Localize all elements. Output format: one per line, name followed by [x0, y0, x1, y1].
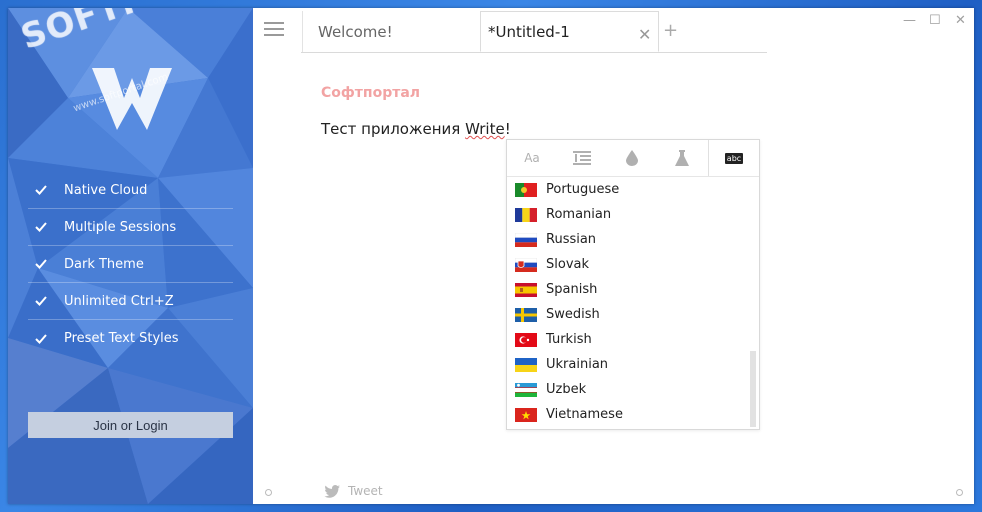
romania-flag-icon [515, 207, 537, 222]
language-item[interactable]: Spanish [507, 277, 747, 302]
language-item[interactable]: Ukrainian [507, 352, 747, 377]
spain-flag-icon [515, 282, 537, 297]
language-name: Ukrainian [546, 357, 609, 372]
language-name: Slovak [546, 257, 590, 272]
feature-label: Dark Theme [64, 256, 144, 272]
panel-tabbar: Aa abc [507, 140, 759, 177]
language-name: Uzbek [546, 382, 587, 397]
tab-close-icon[interactable]: ✕ [638, 25, 651, 44]
check-icon [35, 333, 47, 344]
language-list: Portuguese Romanian Russian Slovak Spani… [507, 177, 747, 427]
add-tab-icon[interactable]: + [663, 20, 678, 41]
language-item[interactable]: Russian [507, 227, 747, 252]
sweden-flag-icon [515, 307, 537, 322]
minimize-button[interactable]: — [903, 13, 916, 28]
font-size-tab[interactable]: Aa [507, 140, 557, 176]
language-scrollbar-thumb[interactable] [750, 351, 756, 427]
feature-multiple-sessions: Multiple Sessions [28, 209, 233, 246]
misspelled-word[interactable]: Write [465, 120, 505, 138]
language-item[interactable]: Uzbek [507, 377, 747, 402]
status-dot-left [265, 489, 272, 496]
language-name: Vietnamese [546, 407, 623, 422]
format-panel: Aa abc Portuguese Romanian Russian Slova… [506, 139, 760, 430]
spellcheck-icon: abc [724, 152, 744, 164]
check-icon [35, 185, 47, 195]
feature-native-cloud: Native Cloud [28, 172, 233, 209]
language-name: Turkish [546, 332, 592, 347]
language-item[interactable]: Vietnamese [507, 402, 747, 427]
tab-label: Welcome! [318, 22, 393, 41]
tab-untitled-1[interactable]: *Untitled-1 [480, 11, 659, 52]
russia-flag-icon [515, 232, 537, 247]
language-item[interactable]: Swedish [507, 302, 747, 327]
font-size-icon: Aa [524, 151, 540, 165]
maximize-button[interactable]: ☐ [929, 13, 941, 28]
check-icon [35, 222, 47, 232]
language-name: Swedish [546, 307, 600, 322]
tweet-label: Tweet [348, 484, 383, 498]
line-spacing-icon [573, 151, 591, 165]
vietnam-flag-icon [515, 407, 537, 422]
line-spacing-tab[interactable] [557, 140, 607, 176]
tab-label: *Untitled-1 [488, 22, 570, 41]
style-flask-icon [675, 150, 689, 166]
twitter-bird-icon [324, 484, 340, 498]
language-name: Portuguese [546, 182, 620, 197]
language-item[interactable]: Turkish [507, 327, 747, 352]
spellcheck-language-tab[interactable]: abc [708, 140, 759, 176]
feature-label: Unlimited Ctrl+Z [64, 293, 174, 309]
check-icon [35, 296, 47, 306]
feature-dark-theme: Dark Theme [28, 246, 233, 283]
color-tab[interactable] [607, 140, 657, 176]
body-text-suffix: ! [504, 120, 511, 138]
color-drop-icon [626, 150, 638, 166]
document-body[interactable]: Тест приложения Write! [321, 120, 511, 138]
tweet-button[interactable]: Tweet [324, 484, 383, 498]
language-name: Spanish [546, 282, 598, 297]
status-dot-right [956, 489, 963, 496]
hamburger-menu-icon[interactable] [264, 22, 284, 40]
join-or-login-button[interactable]: Join or Login [28, 412, 233, 438]
slovakia-flag-icon [515, 257, 537, 272]
app-window: SOFTPORTAL www.softportal.com Native Clo… [8, 8, 974, 504]
language-name: Russian [546, 232, 597, 247]
language-item[interactable]: Slovak [507, 252, 747, 277]
ukraine-flag-icon [515, 357, 537, 372]
body-text-prefix: Тест приложения [321, 120, 466, 138]
check-icon [35, 259, 47, 269]
close-window-button[interactable]: ✕ [955, 13, 966, 28]
tabbar-divider [301, 52, 767, 53]
feature-preset-text-styles: Preset Text Styles [28, 320, 233, 357]
sidebar: SOFTPORTAL www.softportal.com Native Clo… [8, 8, 253, 504]
turkey-flag-icon [515, 332, 537, 347]
feature-label: Multiple Sessions [64, 219, 177, 235]
style-tab[interactable] [657, 140, 707, 176]
feature-list: Native Cloud Multiple Sessions Dark Them… [28, 172, 233, 357]
feature-label: Native Cloud [64, 182, 148, 198]
language-item[interactable]: Romanian [507, 202, 747, 227]
language-name: Romanian [546, 207, 612, 222]
uzbekistan-flag-icon [515, 382, 537, 397]
feature-label: Preset Text Styles [64, 331, 179, 346]
feature-unlimited-undo: Unlimited Ctrl+Z [28, 283, 233, 320]
document-title[interactable]: Софтпортал [321, 85, 420, 101]
language-item[interactable]: Portuguese [507, 177, 747, 202]
portugal-flag-icon [515, 182, 537, 197]
tab-welcome[interactable]: Welcome! [302, 11, 480, 52]
